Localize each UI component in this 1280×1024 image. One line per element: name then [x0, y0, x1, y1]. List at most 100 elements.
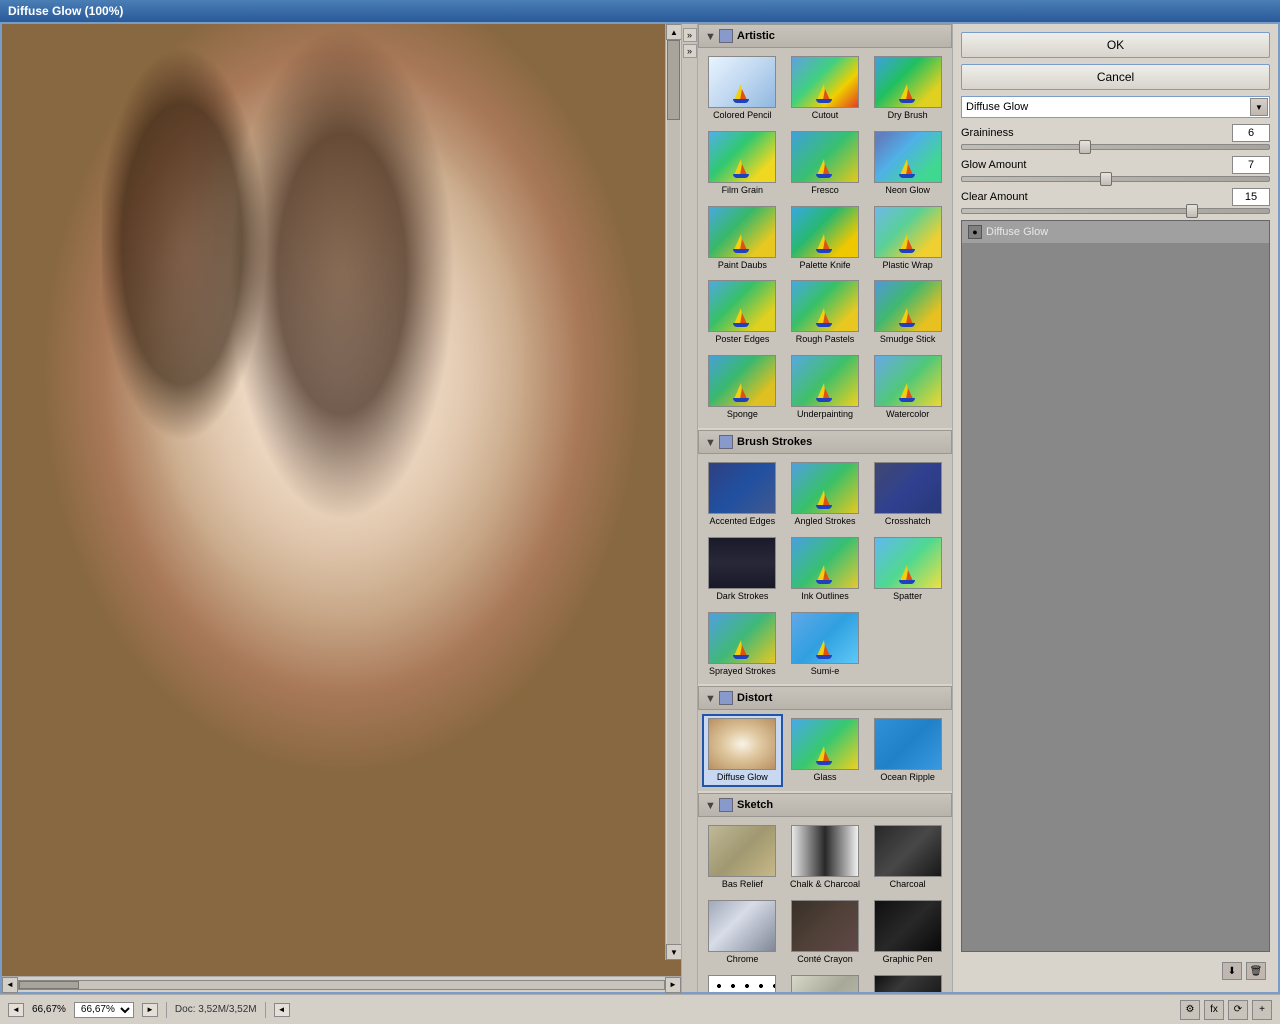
- glow-amount-slider-thumb[interactable]: [1100, 172, 1112, 186]
- graininess-value[interactable]: [1232, 124, 1270, 142]
- filter-label: Poster Edges: [715, 334, 769, 345]
- filter-item-photocopy[interactable]: Photocopy: [867, 971, 948, 992]
- filter-item-cutout[interactable]: Cutout: [785, 52, 866, 125]
- filter-item-ink-outlines[interactable]: Ink Outlines: [785, 533, 866, 606]
- filter-item-note-paper[interactable]: Note Paper: [785, 971, 866, 992]
- filter-thumbnail: [791, 355, 859, 407]
- graininess-slider-thumb[interactable]: [1079, 140, 1091, 154]
- filter-thumbnail: [874, 975, 942, 992]
- clear-amount-value[interactable]: [1232, 188, 1270, 206]
- filter-item-palette-knife[interactable]: Palette Knife: [785, 202, 866, 275]
- filter-item-chrome[interactable]: Chrome: [702, 896, 783, 969]
- filter-label: Rough Pastels: [796, 334, 855, 345]
- layer-actions: ⬇ 🗑: [961, 958, 1270, 984]
- filter-item-dark-strokes[interactable]: Dark Strokes: [702, 533, 783, 606]
- status-nav-left[interactable]: ◄: [274, 1003, 290, 1017]
- filter-item-poster-edges[interactable]: Poster Edges: [702, 276, 783, 349]
- filter-item-crosshatch[interactable]: Crosshatch: [867, 458, 948, 531]
- filter-category-brush-strokes: ▼Brush StrokesAccented EdgesAngled Strok…: [698, 430, 952, 684]
- filter-label: Sponge: [727, 409, 758, 420]
- category-label: Distort: [737, 692, 772, 704]
- filter-grid: Bas ReliefChalk & CharcoalCharcoal Chrome…: [698, 817, 952, 992]
- filter-item-sumi-e[interactable]: Sumi-e: [785, 608, 866, 681]
- filter-item-watercolor[interactable]: Watercolor: [867, 351, 948, 424]
- filter-item-plastic-wrap[interactable]: Plastic Wrap: [867, 202, 948, 275]
- prev-btn[interactable]: ◄: [8, 1003, 24, 1017]
- layer-visibility-eye[interactable]: ●: [968, 225, 982, 239]
- status-icon-2[interactable]: fx: [1204, 1000, 1224, 1020]
- scroll-thumb-h[interactable]: [19, 981, 79, 989]
- filter-item-halftone-pattern[interactable]: Halftone Pattern: [702, 971, 783, 992]
- filter-item-accented-edges[interactable]: Accented Edges: [702, 458, 783, 531]
- filter-item-spatter[interactable]: Spatter: [867, 533, 948, 606]
- status-icon-1[interactable]: ⚙: [1180, 1000, 1200, 1020]
- category-header-distort[interactable]: ▼Distort: [698, 686, 952, 710]
- graininess-slider-track[interactable]: [961, 144, 1270, 150]
- filter-panel: ▼Artistic Colored PencilCutoutDry Brush Fi…: [698, 24, 953, 992]
- filter-item-smudge-stick[interactable]: Smudge Stick: [867, 276, 948, 349]
- filter-item-underpainting[interactable]: Underpainting: [785, 351, 866, 424]
- expand-btn-top[interactable]: »: [683, 28, 697, 42]
- category-folder-icon: [719, 435, 733, 449]
- filter-item-chalk-charcoal[interactable]: Chalk & Charcoal: [785, 821, 866, 894]
- filter-item-glass[interactable]: Glass: [785, 714, 866, 787]
- filter-item-cont-crayon[interactable]: Conté Crayon: [785, 896, 866, 969]
- ok-button[interactable]: OK: [961, 32, 1270, 58]
- filter-thumbnail: [708, 900, 776, 952]
- filter-label: Neon Glow: [885, 185, 930, 196]
- filter-thumbnail: [874, 900, 942, 952]
- scroll-track-h[interactable]: [18, 980, 665, 990]
- scroll-right-arrow[interactable]: ►: [665, 977, 681, 993]
- filter-thumbnail: [708, 975, 776, 992]
- filter-thumbnail: [708, 56, 776, 108]
- status-icon-3[interactable]: ⟳: [1228, 1000, 1248, 1020]
- filter-item-ocean-ripple[interactable]: Ocean Ripple: [867, 714, 948, 787]
- scroll-up-arrow[interactable]: ▲: [666, 24, 681, 40]
- filter-item-bas-relief[interactable]: Bas Relief: [702, 821, 783, 894]
- filter-category-sketch: ▼SketchBas ReliefChalk & CharcoalCharcoa…: [698, 793, 952, 992]
- effect-layer-item[interactable]: ● Diffuse Glow: [962, 221, 1269, 244]
- filter-thumbnail: [874, 462, 942, 514]
- filter-item-paint-daubs[interactable]: Paint Daubs: [702, 202, 783, 275]
- graininess-header: Graininess: [961, 124, 1270, 142]
- effect-select[interactable]: Diffuse Glow Glass Ocean Ripple: [961, 96, 1270, 118]
- filter-item-graphic-pen[interactable]: Graphic Pen: [867, 896, 948, 969]
- next-btn[interactable]: ►: [142, 1003, 158, 1017]
- layer-delete-btn[interactable]: 🗑: [1246, 962, 1266, 980]
- filter-thumbnail: [874, 56, 942, 108]
- filter-item-neon-glow[interactable]: Neon Glow: [867, 127, 948, 200]
- filter-item-sprayed-strokes[interactable]: Sprayed Strokes: [702, 608, 783, 681]
- clear-amount-slider-track[interactable]: [961, 208, 1270, 214]
- layer-new-btn[interactable]: ⬇: [1222, 962, 1242, 980]
- filter-thumbnail: [791, 56, 859, 108]
- filter-item-sponge[interactable]: Sponge: [702, 351, 783, 424]
- glow-amount-value[interactable]: [1232, 156, 1270, 174]
- status-icon-4[interactable]: +: [1252, 1000, 1272, 1020]
- filter-thumbnail: [874, 280, 942, 332]
- filter-item-film-grain[interactable]: Film Grain: [702, 127, 783, 200]
- scroll-down-arrow[interactable]: ▼: [666, 944, 681, 960]
- filter-item-colored-pencil[interactable]: Colored Pencil: [702, 52, 783, 125]
- filter-grid: Accented EdgesAngled StrokesCrosshatch Da…: [698, 454, 952, 684]
- filter-item-dry-brush[interactable]: Dry Brush: [867, 52, 948, 125]
- category-arrow-icon: ▼: [705, 31, 715, 41]
- clear-amount-slider-thumb[interactable]: [1186, 204, 1198, 218]
- filter-thumbnail: [874, 206, 942, 258]
- filter-thumbnail: [708, 355, 776, 407]
- cancel-button[interactable]: Cancel: [961, 64, 1270, 90]
- panel-expand[interactable]: » »: [682, 24, 698, 992]
- category-header-sketch[interactable]: ▼Sketch: [698, 793, 952, 817]
- filter-item-charcoal[interactable]: Charcoal: [867, 821, 948, 894]
- glow-amount-slider-track[interactable]: [961, 176, 1270, 182]
- filter-item-fresco[interactable]: Fresco: [785, 127, 866, 200]
- scroll-left-arrow[interactable]: ◄: [2, 977, 18, 993]
- zoom-select[interactable]: 66,67% 100% 50%: [74, 1002, 134, 1018]
- filter-item-diffuse-glow[interactable]: Diffuse Glow: [702, 714, 783, 787]
- preview-scrollbar-v[interactable]: ▲ ▼: [665, 24, 681, 960]
- filter-item-rough-pastels[interactable]: Rough Pastels: [785, 276, 866, 349]
- filter-item-angled-strokes[interactable]: Angled Strokes: [785, 458, 866, 531]
- title-bar: Diffuse Glow (100%): [0, 0, 1280, 22]
- category-header-brush-strokes[interactable]: ▼Brush Strokes: [698, 430, 952, 454]
- expand-btn-bottom[interactable]: »: [683, 44, 697, 58]
- category-header-artistic[interactable]: ▼Artistic: [698, 24, 952, 48]
